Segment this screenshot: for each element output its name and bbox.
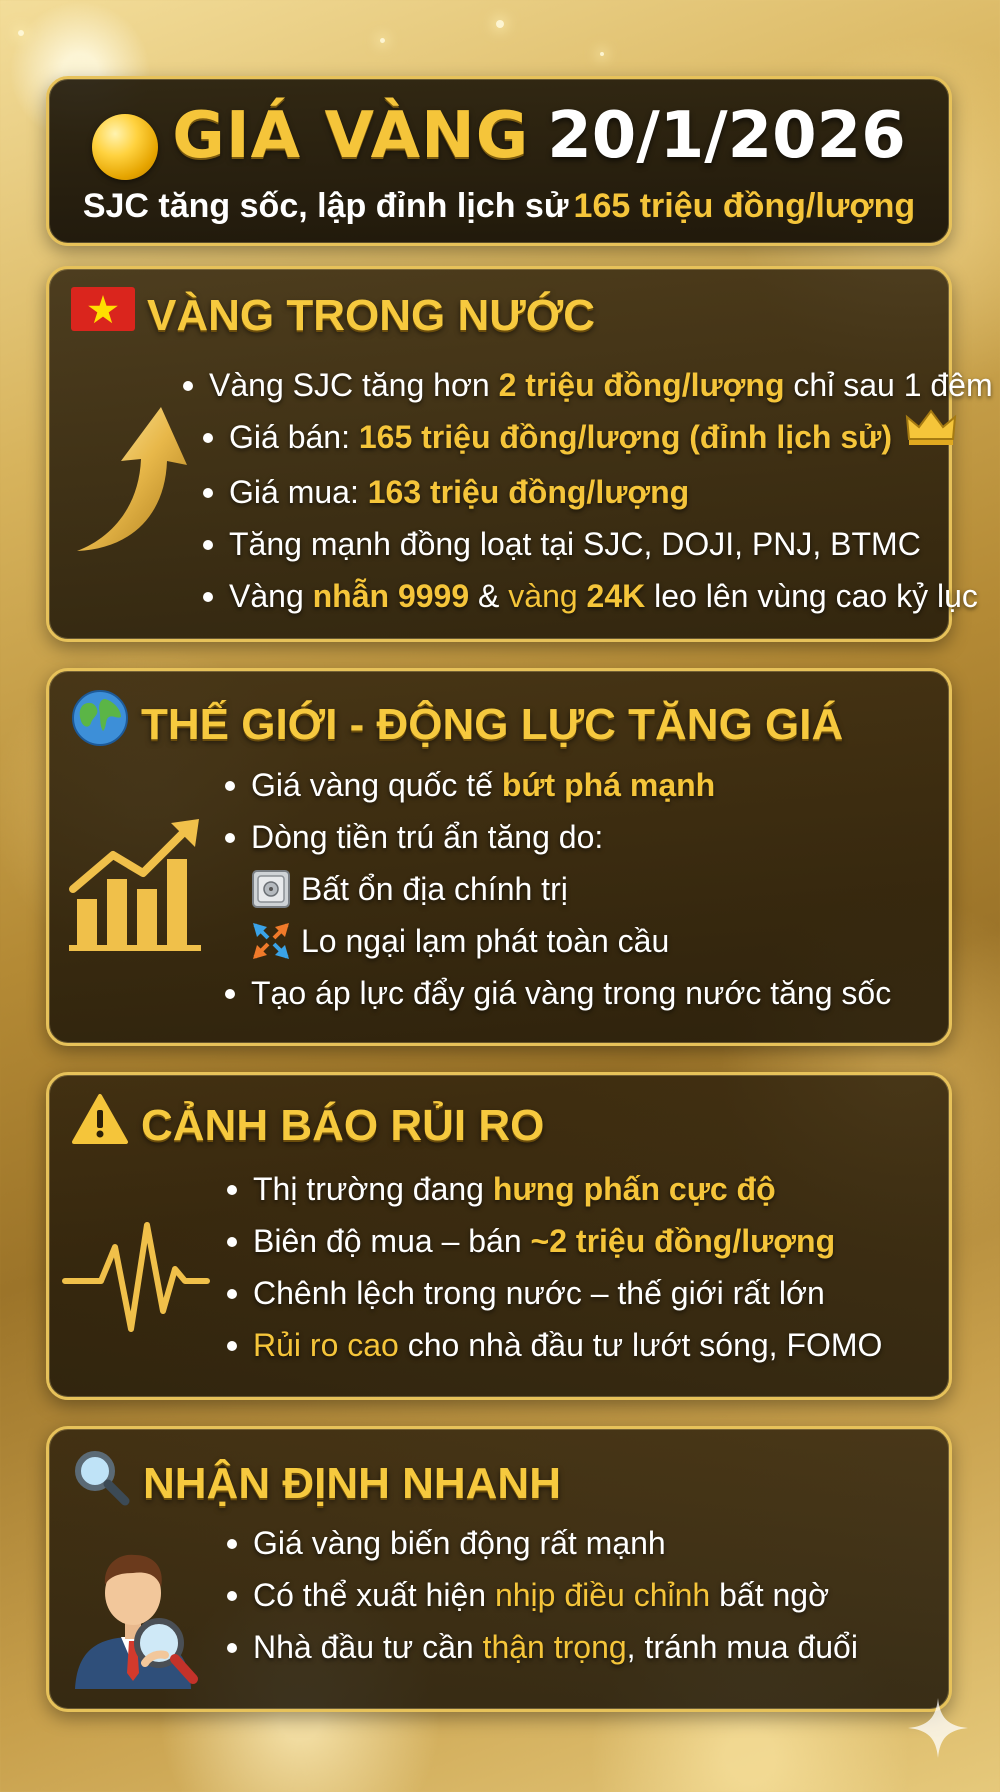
safe-icon <box>251 869 291 909</box>
list-item: Rủi ro cao cho nhà đầu tư lướt sóng, FOM… <box>223 1319 882 1371</box>
vietnam-flag-icon <box>71 287 135 342</box>
section-title-world: THẾ GIỚI - ĐỘNG LỰC TĂNG GIÁ <box>71 690 844 762</box>
list-item: Giá vàng quốc tế bứt phá mạnh <box>221 759 891 811</box>
header-panel: GIÁ VÀNG 20/1/2026 SJC tăng sốc, lập đỉnh… <box>46 76 952 246</box>
warning-icon <box>71 1093 129 1156</box>
risk-list: Thị trường đang hưng phấn cực độ Biên độ… <box>223 1163 882 1371</box>
list-item: Giá vàng biến động rất mạnh <box>223 1517 858 1569</box>
title-date: 20/1/2026 <box>547 99 906 173</box>
subtitle-text: SJC tăng sốc, lập đỉnh lịch sử <box>82 187 569 225</box>
risk-panel: CẢNH BÁO RỦI RO Thị trường đang hưng phấ… <box>46 1072 952 1400</box>
outlook-list: Giá vàng biến động rất mạnh Có thể xuất … <box>223 1517 858 1673</box>
list-item: Thị trường đang hưng phấn cực độ <box>223 1163 882 1215</box>
sparkle <box>380 38 385 43</box>
list-item: Giá mua: 163 triệu đồng/lượng <box>199 466 1000 518</box>
domestic-list: Vàng SJC tăng hơn 2 triệu đồng/lượng chỉ… <box>182 359 1000 622</box>
section-title-outlook: NHẬN ĐỊNH NHANH <box>71 1451 561 1522</box>
section-title-text: VÀNG TRONG NƯỚC <box>147 291 596 341</box>
list-item: Giá bán: 165 triệu đồng/lượng (đỉnh lịch… <box>199 409 1000 466</box>
list-item: Tăng mạnh đồng loạt tại SJC, DOJI, PNJ, … <box>199 518 1000 570</box>
heartbeat-line-icon <box>61 1205 211 1349</box>
globe-icon <box>71 689 129 758</box>
section-title-text: NHẬN ĐỊNH NHANH <box>143 1459 561 1509</box>
rising-bar-chart-icon <box>67 815 207 959</box>
list-item: Chênh lệch trong nước – thế giới rất lớn <box>223 1267 882 1319</box>
list-item: Dòng tiền trú ẩn tăng do: <box>221 811 891 863</box>
crown-icon <box>905 409 957 462</box>
up-arrow-icon <box>69 399 189 563</box>
list-item: Nhà đầu tư cần thận trọng, tránh mua đuổ… <box>223 1621 858 1673</box>
sparkle <box>600 52 604 56</box>
list-item: Bất ổn địa chính trị <box>221 863 891 915</box>
magnifier-icon <box>71 1447 131 1518</box>
list-item: Tạo áp lực đẩy giá vàng trong nước tăng … <box>221 967 891 1019</box>
sparkle <box>18 30 24 36</box>
list-item: Lo ngại lạm phát toàn cầu <box>221 915 891 967</box>
analyst-person-icon <box>67 1533 203 1697</box>
title-gold-text: GIÁ VÀNG <box>172 99 530 173</box>
gold-coin-icon <box>92 113 159 180</box>
section-title-domestic: VÀNG TRONG NƯỚC <box>71 287 596 346</box>
list-item: Vàng SJC tăng hơn 2 triệu đồng/lượng chỉ… <box>179 359 993 411</box>
world-panel: THẾ GIỚI - ĐỘNG LỰC TĂNG GIÁ Giá vàng qu… <box>46 668 952 1046</box>
list-item: Vàng nhẫn 9999 & vàng 24K leo lên vùng c… <box>199 570 1000 622</box>
section-title-risk: CẢNH BÁO RỦI RO <box>71 1094 545 1160</box>
page-subtitle: SJC tăng sốc, lập đỉnh lịch sử 165 triệu… <box>49 187 949 226</box>
world-list: Giá vàng quốc tế bứt phá mạnh Dòng tiền … <box>221 759 891 1019</box>
list-item: Có thể xuất hiện nhịp điều chỉnh bất ngờ <box>223 1569 858 1621</box>
sparkle <box>496 20 504 28</box>
outlook-panel: NHẬN ĐỊNH NHANH Giá vàng biến động rất m… <box>46 1426 952 1712</box>
compress-arrows-icon <box>251 921 291 961</box>
section-title-text: THẾ GIỚI - ĐỘNG LỰC TĂNG GIÁ <box>141 700 844 750</box>
section-title-text: CẢNH BÁO RỦI RO <box>141 1101 545 1151</box>
list-item: Biên độ mua – bán ~2 triệu đồng/lượng <box>223 1215 882 1267</box>
page-title: GIÁ VÀNG 20/1/2026 <box>49 99 949 186</box>
subtitle-price: 165 triệu đồng/lượng <box>573 187 916 225</box>
domestic-panel: VÀNG TRONG NƯỚC Vàng SJC tăng hơn 2 triệ… <box>46 266 993 642</box>
sparkle-star-icon <box>906 1696 970 1764</box>
